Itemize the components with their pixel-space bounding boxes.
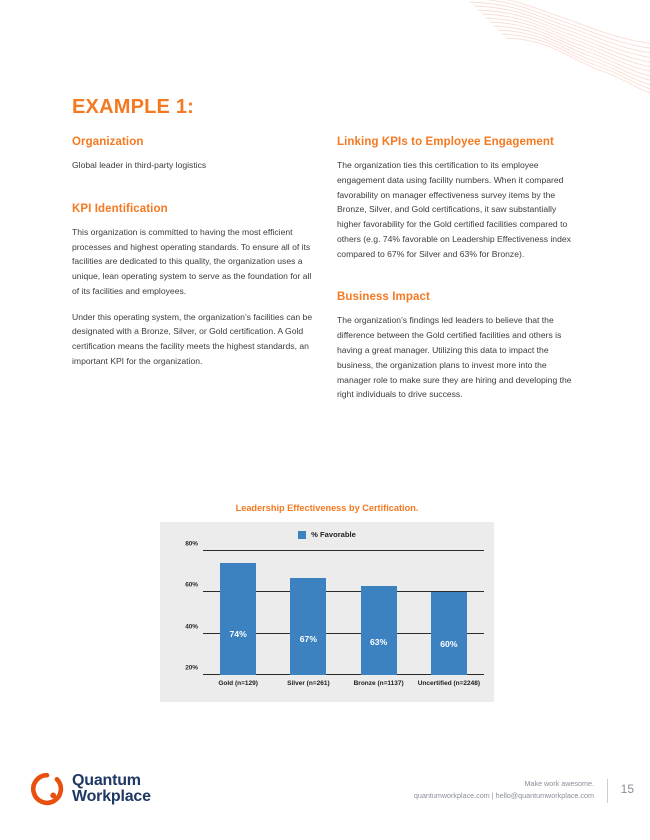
legend-label: % Favorable [311, 530, 356, 539]
legend-swatch-icon [298, 530, 307, 539]
organization-heading: Organization [72, 136, 144, 148]
business-impact-text: The organization’s findings led leaders … [337, 315, 572, 400]
chart-x-axis-label: Silver (n=261) [287, 680, 330, 687]
logo-line-2: Workplace [72, 788, 151, 805]
chart-bar-group: 74% Gold (n=129) [207, 551, 269, 687]
chart-y-tick-label: 20% [185, 664, 198, 672]
chart-x-axis-label: Gold (n=129) [218, 680, 258, 687]
chart-y-tick-label: 80% [185, 540, 198, 548]
chart-bar-group: 60% Uncertified (n=2248) [418, 551, 480, 687]
chart-bar-group: 63% Bronze (n=1137) [348, 551, 410, 687]
quantum-workplace-logo: Quantum Workplace [30, 772, 151, 806]
page-number: 15 [620, 782, 634, 796]
chart-container: Leadership Effectiveness by Certificatio… [160, 503, 494, 702]
chart-x-axis-label: Uncertified (n=2248) [417, 680, 481, 687]
chart-bar-value-label: 63% [370, 636, 388, 647]
chart-y-tick-label: 60% [185, 581, 198, 589]
linking-kpis-heading: Linking KPIs to Employee Engagement [337, 136, 554, 148]
footer-contact[interactable]: quantumworkplace.com | hello@quantumwork… [414, 790, 594, 802]
organization-text: Global leader in third-party logistics [72, 160, 207, 170]
kpi-paragraph-2: Under this operating system, the organiz… [72, 311, 313, 367]
logo-wordmark: Quantum Workplace [72, 771, 151, 806]
business-impact-heading: Business Impact [337, 291, 430, 304]
page-title: EXAMPLE 1: [72, 96, 195, 118]
kpi-identification-heading: KPI Identification [72, 202, 168, 215]
chart-legend: % Favorable [160, 530, 494, 539]
chart-bar: 60% [430, 592, 467, 675]
chart-bars: 74% Gold (n=129) 67% Silver (n=261) 63% Bronz… [203, 551, 484, 687]
logo-mark-icon [30, 772, 64, 806]
chart-bar-group: 67% Silver (n=261) [277, 551, 339, 687]
right-column: Linking KPIs to Employee Engagement The … [337, 136, 582, 402]
page-footer: Quantum Workplace Make work awesome. qua… [0, 772, 650, 818]
chart-bar-value-label: 74% [229, 629, 247, 640]
chart-bar: 67% [290, 577, 327, 675]
chart-plot-area: 20% 40% 60% 80% 74% Gold (n=129) 67% Silver (n… [185, 541, 484, 687]
left-column: Organization Global leader in third-part… [72, 136, 317, 369]
chart-plot-panel: % Favorable 20% 40% 60% 80% 74% Gold (n=129)… [160, 522, 494, 702]
chart-y-tick-label: 40% [185, 623, 198, 631]
logo-line-1: Quantum [72, 771, 141, 789]
footer-tagline: Make work awesome. [524, 779, 594, 788]
chart-bar: 63% [360, 586, 397, 675]
chart-title: Leadership Effectiveness by Certificatio… [235, 503, 419, 513]
decorative-wave-graphic [469, 0, 650, 94]
chart-bar-value-label: 60% [440, 638, 458, 649]
linking-kpis-text: The organization ties this certification… [337, 160, 571, 259]
kpi-paragraph-1: This organization is committed to having… [72, 226, 312, 296]
footer-contact-block: Make work awesome. quantumworkplace.com … [414, 778, 594, 801]
chart-x-axis-label: Bronze (n=1137) [353, 680, 404, 687]
chart-bar-value-label: 67% [299, 633, 317, 644]
footer-divider [607, 779, 608, 803]
chart-bar: 74% [220, 563, 257, 675]
